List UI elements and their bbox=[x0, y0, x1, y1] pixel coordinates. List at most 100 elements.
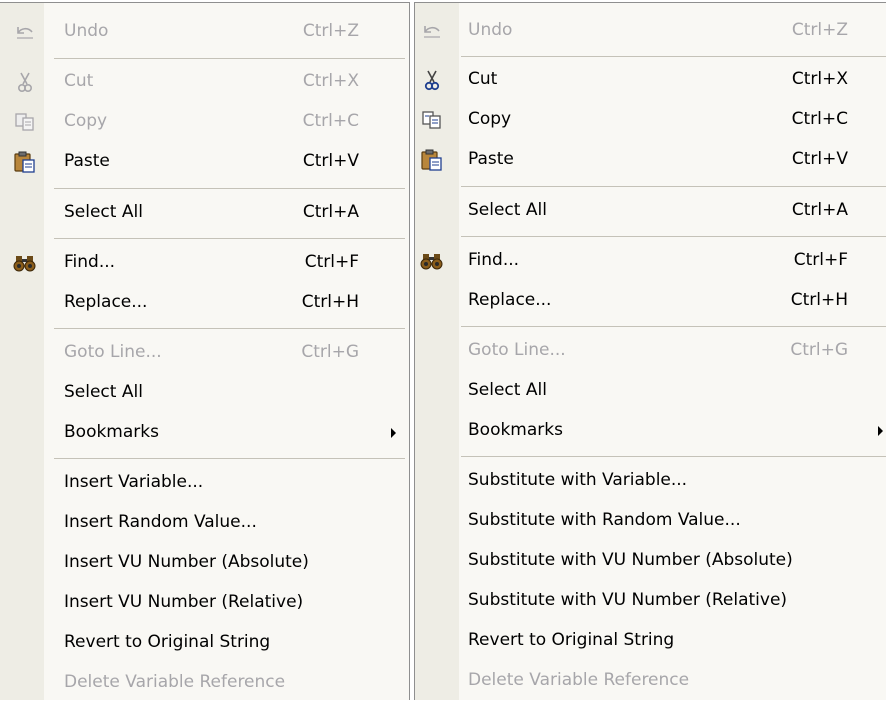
menu-item-label: Insert VU Number (Relative) bbox=[64, 592, 304, 612]
shortcut-text: Ctrl+G bbox=[301, 342, 359, 362]
menu-item-label: Substitute with Random Value... bbox=[468, 510, 741, 530]
shortcut-text: Ctrl+G bbox=[790, 340, 848, 360]
shortcut-text: Ctrl+Z bbox=[791, 20, 848, 40]
separator bbox=[54, 458, 405, 459]
copy-icon bbox=[12, 109, 38, 135]
menu-item-insert-vu-relative[interactable]: Insert VU Number (Relative) bbox=[0, 586, 409, 622]
menu-item-delete-variable-reference[interactable]: Delete Variable Reference bbox=[0, 666, 409, 702]
separator bbox=[54, 238, 405, 239]
menu-item-insert-random-value[interactable]: Insert Random Value... bbox=[0, 506, 409, 542]
menu-item-label: Select All bbox=[468, 380, 547, 400]
separator bbox=[54, 188, 405, 189]
menu-item-select-all[interactable]: Select All Ctrl+A bbox=[415, 194, 886, 230]
separator bbox=[461, 186, 886, 187]
menu-item-select-all-2[interactable]: Select All bbox=[0, 376, 409, 412]
menu-item-copy[interactable]: Copy Ctrl+C bbox=[415, 103, 886, 139]
binoculars-icon bbox=[12, 250, 38, 276]
menu-item-label: Insert Random Value... bbox=[64, 512, 257, 532]
separator bbox=[461, 456, 886, 457]
context-menu-right: Undo Ctrl+Z Cut Ctrl+X Copy Ctrl+C Paste… bbox=[414, 2, 886, 700]
menu-item-revert-string[interactable]: Revert to Original String bbox=[0, 626, 409, 662]
menu-item-label: Copy bbox=[64, 111, 108, 131]
menu-item-substitute-vu-absolute[interactable]: Substitute with VU Number (Absolute) bbox=[415, 544, 886, 580]
shortcut-text: Ctrl+C bbox=[791, 109, 848, 129]
menu-item-select-all-2[interactable]: Select All bbox=[415, 374, 886, 410]
menu-item-label: Cut bbox=[468, 69, 498, 89]
menu-item-substitute-random-value[interactable]: Substitute with Random Value... bbox=[415, 504, 886, 540]
separator bbox=[54, 58, 405, 59]
menu-item-label: Undo bbox=[468, 20, 513, 40]
separator bbox=[54, 328, 405, 329]
menu-item-label: Insert Variable... bbox=[64, 472, 204, 492]
menu-item-delete-variable-reference[interactable]: Delete Variable Reference bbox=[415, 664, 886, 700]
separator bbox=[461, 56, 886, 57]
shortcut-text: Ctrl+X bbox=[791, 69, 848, 89]
menu-item-label: Delete Variable Reference bbox=[64, 672, 286, 692]
menu-item-replace[interactable]: Replace... Ctrl+H bbox=[415, 284, 886, 320]
menu-item-label: Select All bbox=[64, 382, 143, 402]
scissors-icon bbox=[12, 69, 38, 95]
menu-item-bookmarks[interactable]: Bookmarks bbox=[415, 414, 886, 450]
menu-item-label: Goto Line... bbox=[468, 340, 566, 360]
submenu-arrow-icon bbox=[391, 428, 396, 438]
menu-item-replace[interactable]: Replace... Ctrl+H bbox=[0, 286, 409, 322]
context-menu-left: Undo Ctrl+Z Cut Ctrl+X Copy Ctrl+C Paste… bbox=[0, 2, 410, 700]
menu-item-substitute-variable[interactable]: Substitute with Variable... bbox=[415, 464, 886, 500]
menu-item-revert-string[interactable]: Revert to Original String bbox=[415, 624, 886, 660]
clipboard-icon bbox=[419, 147, 445, 173]
separator bbox=[461, 236, 886, 237]
menu-item-paste[interactable]: Paste Ctrl+V bbox=[415, 143, 886, 179]
menu-item-find[interactable]: Find... Ctrl+F bbox=[415, 244, 886, 280]
menu-item-insert-variable[interactable]: Insert Variable... bbox=[0, 466, 409, 502]
shortcut-text: Ctrl+H bbox=[790, 290, 848, 310]
menu-item-paste[interactable]: Paste Ctrl+V bbox=[0, 145, 409, 181]
menu-item-label: Select All bbox=[64, 202, 143, 222]
menu-item-label: Replace... bbox=[64, 292, 148, 312]
shortcut-text: Ctrl+F bbox=[793, 250, 848, 270]
menu-item-label: Substitute with Variable... bbox=[468, 470, 688, 490]
binoculars-icon bbox=[419, 248, 445, 274]
menu-item-find[interactable]: Find... Ctrl+F bbox=[0, 246, 409, 282]
menu-item-bookmarks[interactable]: Bookmarks bbox=[0, 416, 409, 452]
menu-item-substitute-vu-relative[interactable]: Substitute with VU Number (Relative) bbox=[415, 584, 886, 620]
menu-item-label: Substitute with VU Number (Absolute) bbox=[468, 550, 793, 570]
shortcut-text: Ctrl+V bbox=[302, 151, 359, 171]
shortcut-text: Ctrl+X bbox=[302, 71, 359, 91]
menu-item-label: Select All bbox=[468, 200, 547, 220]
menu-item-undo[interactable]: Undo Ctrl+Z bbox=[415, 14, 886, 50]
menu-item-label: Undo bbox=[64, 21, 109, 41]
shortcut-text: Ctrl+V bbox=[791, 149, 848, 169]
menu-item-label: Revert to Original String bbox=[64, 632, 271, 652]
menu-item-insert-vu-absolute[interactable]: Insert VU Number (Absolute) bbox=[0, 546, 409, 582]
menu-item-goto-line[interactable]: Goto Line... Ctrl+G bbox=[415, 334, 886, 370]
separator bbox=[461, 326, 886, 327]
menu-item-label: Replace... bbox=[468, 290, 552, 310]
menu-item-label: Bookmarks bbox=[64, 422, 159, 442]
shortcut-text: Ctrl+A bbox=[302, 202, 359, 222]
undo-icon bbox=[419, 18, 445, 44]
submenu-arrow-icon bbox=[878, 426, 883, 436]
menu-item-select-all[interactable]: Select All Ctrl+A bbox=[0, 196, 409, 232]
menu-item-label: Find... bbox=[64, 252, 116, 272]
menu-item-label: Paste bbox=[468, 149, 514, 169]
menu-item-label: Goto Line... bbox=[64, 342, 162, 362]
menu-item-label: Bookmarks bbox=[468, 420, 563, 440]
menu-item-label: Revert to Original String bbox=[468, 630, 675, 650]
menu-item-label: Delete Variable Reference bbox=[468, 670, 690, 690]
menu-item-cut[interactable]: Cut Ctrl+X bbox=[415, 63, 886, 99]
menu-item-undo[interactable]: Undo Ctrl+Z bbox=[0, 15, 409, 51]
menu-item-label: Copy bbox=[468, 109, 512, 129]
shortcut-text: Ctrl+F bbox=[304, 252, 359, 272]
shortcut-text: Ctrl+C bbox=[302, 111, 359, 131]
menu-item-label: Paste bbox=[64, 151, 110, 171]
menu-item-cut[interactable]: Cut Ctrl+X bbox=[0, 65, 409, 101]
undo-icon bbox=[12, 19, 38, 45]
shortcut-text: Ctrl+Z bbox=[302, 21, 359, 41]
menu-item-goto-line[interactable]: Goto Line... Ctrl+G bbox=[0, 336, 409, 372]
menu-item-label: Cut bbox=[64, 71, 94, 91]
menu-item-label: Substitute with VU Number (Relative) bbox=[468, 590, 788, 610]
menu-item-label: Insert VU Number (Absolute) bbox=[64, 552, 309, 572]
menu-item-label: Find... bbox=[468, 250, 520, 270]
menu-item-copy[interactable]: Copy Ctrl+C bbox=[0, 105, 409, 141]
shortcut-text: Ctrl+H bbox=[301, 292, 359, 312]
